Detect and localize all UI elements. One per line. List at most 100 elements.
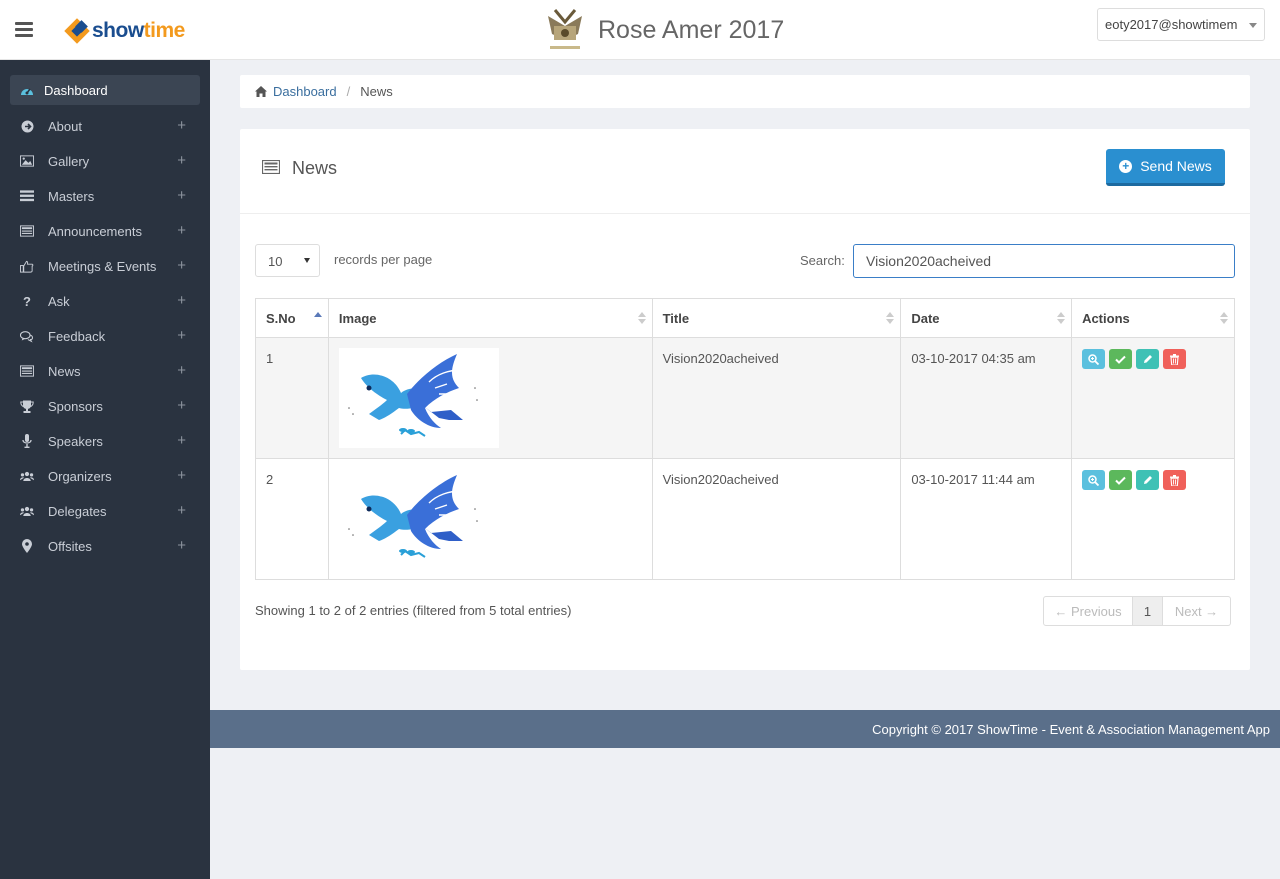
cell-title: Vision2020acheived	[651, 337, 902, 459]
sidebar-item-label: Speakers	[48, 433, 103, 449]
sidebar-item-organizers[interactable]: Organizers +	[10, 461, 200, 491]
showtime-logo[interactable]: showtime	[64, 16, 185, 46]
zoom-in-icon	[1088, 474, 1100, 486]
sidebar-item-label: Sponsors	[48, 398, 103, 414]
expand-icon[interactable]: +	[177, 117, 186, 134]
chevron-down-icon	[304, 258, 310, 263]
sidebar-item-sponsors[interactable]: Sponsors +	[10, 391, 200, 421]
expand-icon[interactable]: +	[177, 467, 186, 484]
approve-button[interactable]	[1109, 349, 1133, 369]
sidebar-item-dashboard[interactable]: Dashboard	[10, 75, 200, 105]
sort-icon	[886, 312, 895, 326]
sidebar-item-offsites[interactable]: Offsites +	[10, 531, 200, 561]
records-per-page-select[interactable]: 10	[255, 244, 320, 277]
cell-title: Vision2020acheived	[651, 458, 902, 580]
news-table: S.No Image Title Date Actions 1 Vision20…	[255, 298, 1235, 580]
column-header-actions[interactable]: Actions	[1071, 298, 1235, 338]
event-emblem-icon	[548, 9, 582, 49]
column-header-date[interactable]: Date	[900, 298, 1073, 338]
expand-icon[interactable]: +	[177, 502, 186, 519]
records-per-page-value: 10	[268, 254, 283, 269]
logo-text-accent: time	[143, 19, 186, 42]
column-header-image[interactable]: Image	[327, 298, 653, 338]
sidebar-item-ask[interactable]: ? Ask +	[10, 286, 200, 316]
thumbs-up-icon	[20, 259, 34, 273]
expand-icon[interactable]: +	[177, 292, 186, 309]
dove-image[interactable]	[338, 348, 499, 448]
edit-button[interactable]	[1136, 470, 1160, 490]
search-label: Search:	[800, 253, 845, 268]
sidebar-item-speakers[interactable]: Speakers +	[10, 426, 200, 456]
sidebar-item-label: Announcements	[48, 223, 142, 239]
expand-icon[interactable]: +	[177, 432, 186, 449]
microphone-icon	[20, 434, 34, 448]
previous-page-button[interactable]: ← Previous	[1043, 596, 1133, 626]
sidebar-item-label: Meetings & Events	[48, 258, 157, 274]
panel-header: News + Send News	[240, 129, 1250, 214]
pagination: ← Previous 1 Next →	[1043, 596, 1231, 626]
approve-button[interactable]	[1109, 470, 1133, 490]
page-1-button[interactable]: 1	[1133, 596, 1163, 626]
footer: Copyright © 2017 ShowTime - Event & Asso…	[210, 710, 1280, 748]
sidebar-item-label: Feedback	[48, 328, 106, 344]
column-header-sno[interactable]: S.No	[255, 298, 329, 338]
comments-icon	[20, 329, 34, 343]
search-input[interactable]	[853, 244, 1235, 278]
expand-icon[interactable]: +	[177, 187, 186, 204]
check-icon	[1115, 355, 1126, 364]
question-icon: ?	[23, 293, 31, 309]
top-header: showtime Rose Amer 2017 eoty2017@showtim…	[0, 0, 1280, 60]
user-account-select[interactable]: eoty2017@showtimem	[1097, 8, 1265, 41]
list-icon	[20, 189, 34, 203]
sidebar-item-label: Dashboard	[44, 82, 108, 98]
sidebar-item-gallery[interactable]: Gallery +	[10, 146, 200, 176]
breadcrumb: Dashboard / News	[240, 75, 1250, 108]
sidebar-item-masters[interactable]: Masters +	[10, 181, 200, 211]
chevron-down-icon	[1249, 23, 1257, 28]
zoom-in-icon	[1088, 353, 1100, 365]
delete-button[interactable]	[1163, 349, 1187, 369]
cell-actions	[1071, 458, 1235, 580]
user-email: eoty2017@showtimem	[1105, 17, 1238, 32]
view-button[interactable]	[1082, 470, 1106, 490]
sidebar-item-feedback[interactable]: Feedback +	[10, 321, 200, 351]
sort-icon	[1057, 312, 1066, 326]
column-header-title[interactable]: Title	[651, 298, 902, 338]
sidebar-item-delegates[interactable]: Delegates +	[10, 496, 200, 526]
news-panel: News + Send News 10 records per page Sea…	[240, 129, 1250, 670]
expand-icon[interactable]: +	[177, 257, 186, 274]
delete-button[interactable]	[1163, 470, 1187, 490]
expand-icon[interactable]: +	[177, 222, 186, 239]
dove-image[interactable]	[338, 469, 499, 569]
expand-icon[interactable]: +	[177, 537, 186, 554]
table-header-row: S.No Image Title Date Actions	[255, 298, 1235, 338]
arrow-circle-icon	[20, 119, 34, 133]
logo-mark-icon	[64, 18, 90, 44]
sidebar-item-announcements[interactable]: Announcements +	[10, 216, 200, 246]
table-info: Showing 1 to 2 of 2 entries (filtered fr…	[255, 603, 572, 618]
next-page-button[interactable]: Next →	[1163, 596, 1231, 626]
copyright-text: Copyright © 2017 ShowTime - Event & Asso…	[872, 721, 1270, 737]
event-title: Rose Amer 2017	[598, 15, 785, 44]
table-row: 2 Vision2020acheived 03-10-2017 11:44 am	[255, 458, 1235, 580]
expand-icon[interactable]: +	[177, 397, 186, 414]
hamburger-icon[interactable]	[15, 22, 33, 37]
sidebar-item-news[interactable]: News +	[10, 356, 200, 386]
sidebar-item-about[interactable]: About +	[10, 111, 200, 141]
expand-icon[interactable]: +	[177, 152, 186, 169]
breadcrumb-dashboard-link[interactable]: Dashboard	[273, 84, 337, 99]
sort-asc-icon	[313, 312, 322, 326]
cell-date: 03-10-2017 04:35 am	[900, 337, 1073, 459]
home-icon	[255, 86, 267, 97]
sidebar-item-meetings-events[interactable]: Meetings & Events +	[10, 251, 200, 281]
view-button[interactable]	[1082, 349, 1106, 369]
cell-image	[327, 337, 653, 459]
edit-button[interactable]	[1136, 349, 1160, 369]
cell-sno: 1	[255, 337, 329, 459]
send-news-button[interactable]: + Send News	[1106, 149, 1225, 186]
cell-image	[327, 458, 653, 580]
expand-icon[interactable]: +	[177, 327, 186, 344]
pencil-icon	[1143, 355, 1152, 363]
expand-icon[interactable]: +	[177, 362, 186, 379]
cell-actions	[1071, 337, 1235, 459]
